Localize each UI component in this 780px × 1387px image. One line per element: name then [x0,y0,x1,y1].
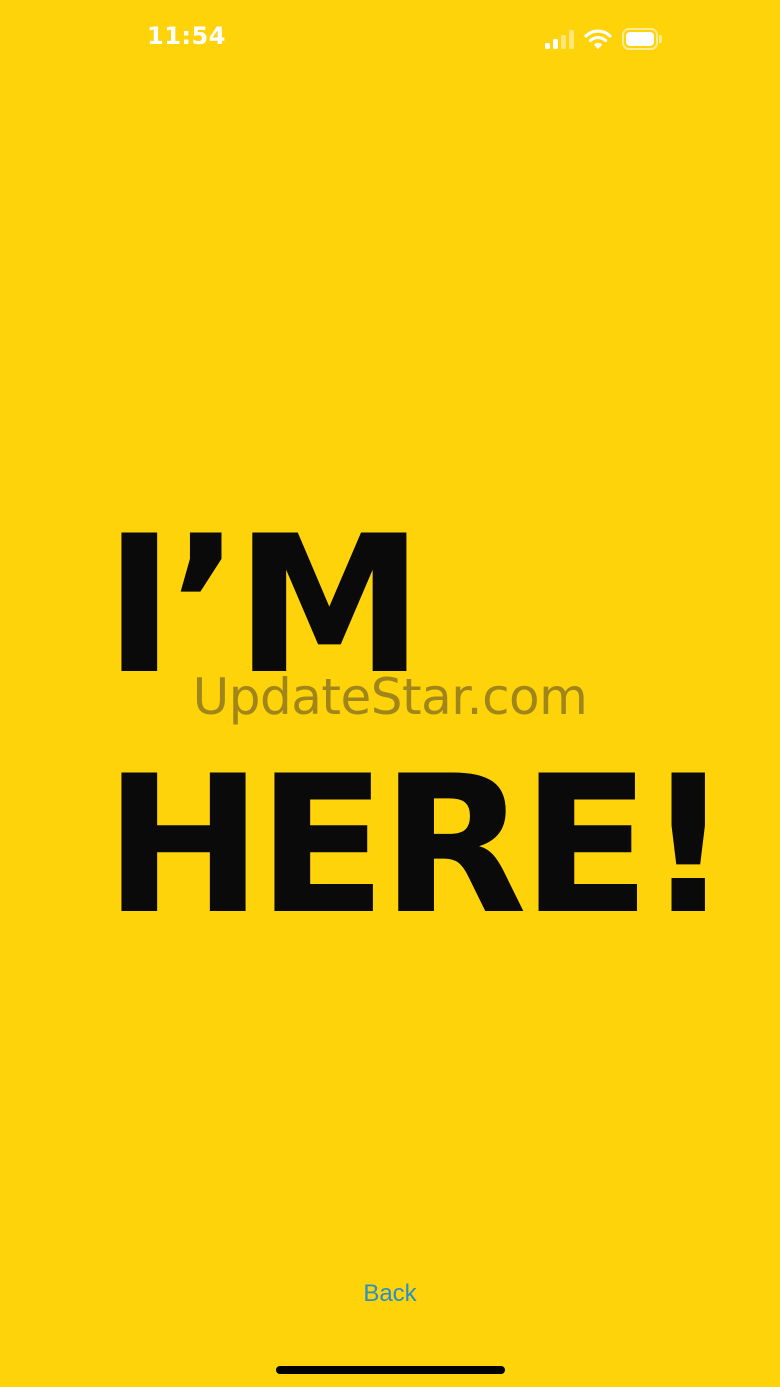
battery-icon [622,28,662,50]
headline: I’M HERE! [104,486,732,966]
watermark: UpdateStar.com [192,668,588,726]
headline-line-2: HERE! [104,735,732,956]
home-indicator[interactable] [276,1366,505,1374]
battery-fill [626,32,654,46]
status-bar: 11:54 [0,0,780,80]
back-button[interactable]: Back [340,1280,440,1308]
status-icons [545,24,662,54]
wifi-icon [584,28,612,50]
status-time: 11:54 [147,22,226,50]
cellular-signal-icon [545,29,574,49]
